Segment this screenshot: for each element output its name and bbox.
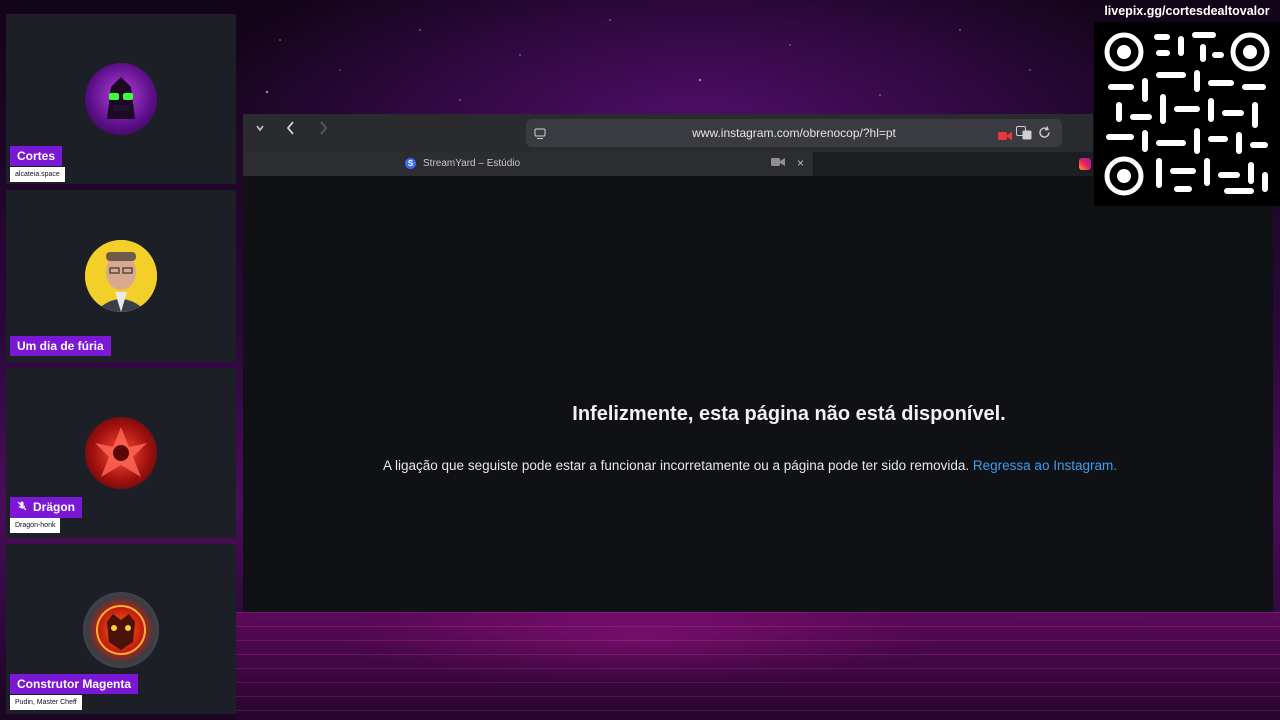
back-button[interactable] xyxy=(285,121,297,138)
participant-tile-um-dia-de-furia[interactable]: Um dia de fúria xyxy=(6,190,236,362)
streamyard-icon: S xyxy=(405,158,416,169)
instagram-icon[interactable] xyxy=(1079,158,1091,170)
page-message: A ligação que seguiste pode estar a func… xyxy=(383,458,1117,473)
tab-title: StreamYard – Estúdio xyxy=(423,158,521,169)
tab-bar: S StreamYard – Estúdio × xyxy=(243,152,1093,176)
participant-subtitle: Dragon-honk xyxy=(10,518,61,533)
participant-name: Construtor Magenta xyxy=(10,674,138,694)
participant-subtitle: Pudin, Master Cheff xyxy=(10,695,82,710)
url-bar[interactable]: www.instagram.com/obrenocop/?hl=pt xyxy=(526,119,1062,147)
url-text: www.instagram.com/obrenocop/?hl=pt xyxy=(692,126,896,140)
participant-tile-construtor-magenta[interactable]: Construtor Magenta Pudin, Master Cheff xyxy=(6,544,236,714)
participant-name: Drägon xyxy=(10,497,82,518)
forward-button[interactable] xyxy=(317,121,329,138)
translate-icon[interactable] xyxy=(1016,126,1032,145)
participant-name: Cortes xyxy=(10,146,63,166)
video-camera-icon xyxy=(771,157,785,169)
participant-tile-dragon[interactable]: Drägon Dragon-honk xyxy=(6,368,236,538)
avatar xyxy=(85,417,157,489)
page-message-text: A ligação que seguiste pode estar a func… xyxy=(383,458,970,473)
camera-in-use-icon[interactable] xyxy=(998,128,1012,146)
reload-icon[interactable] xyxy=(1038,126,1051,144)
page-title: Infelizmente, esta página não está dispo… xyxy=(572,403,1006,425)
mic-off-icon xyxy=(17,501,27,515)
livepix-qr-code xyxy=(1094,22,1280,206)
avatar xyxy=(83,592,159,668)
back-to-instagram-link[interactable]: Regressa ao Instagram. xyxy=(973,458,1117,473)
participant-tile-cortes[interactable]: Cortes alcateia.space xyxy=(6,14,236,184)
browser-toolbar: www.instagram.com/obrenocop/?hl=pt xyxy=(243,114,1093,152)
tab-streamyard[interactable]: S StreamYard – Estúdio × xyxy=(243,152,813,176)
close-tab-button[interactable]: × xyxy=(797,156,804,170)
chevron-down-icon[interactable] xyxy=(255,120,265,138)
avatar xyxy=(85,240,157,312)
participant-name: Um dia de fúria xyxy=(10,336,111,356)
participant-subtitle: alcateia.space xyxy=(10,167,65,182)
background-grid-floor xyxy=(236,612,1280,720)
participant-name-label: Drägon xyxy=(33,500,75,514)
livepix-label: livepix.gg/cortesdealtovalor xyxy=(1104,4,1270,18)
avatar xyxy=(85,63,157,135)
